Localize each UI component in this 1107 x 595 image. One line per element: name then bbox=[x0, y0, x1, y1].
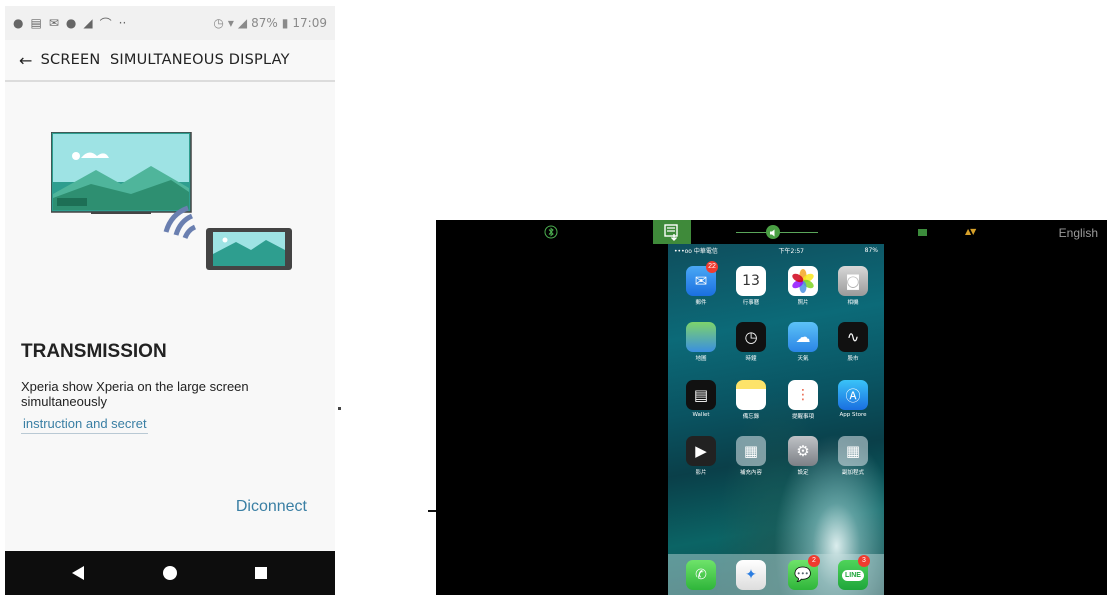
iphone-home-screen: •••oo 中華電信 下午2:57 87% ✉ 22 郵件 13 行事曆 照片 ◙ 相機 地圖 ◷… bbox=[668, 244, 884, 595]
stray-mark bbox=[338, 407, 341, 410]
android-status-bar: ● ▤ ✉ ● ◢ ⌒ ·· ◷ ▾ ◢ 87% ▮ 17:09 bbox=[5, 6, 335, 40]
notification-badge: 22 bbox=[706, 261, 718, 273]
screen-mirroring-illustration bbox=[51, 132, 292, 270]
line-logo-text: LINE bbox=[842, 569, 864, 581]
calendar-app-label: 行事曆 bbox=[742, 300, 760, 306]
chat-notification-icon: ● bbox=[65, 16, 77, 30]
notification-badge: 2 bbox=[808, 555, 820, 567]
speaker-icon bbox=[770, 229, 775, 237]
volume-slider-knob[interactable] bbox=[766, 225, 780, 239]
message-notification-icon: ✉ bbox=[48, 16, 59, 30]
screen-icon[interactable] bbox=[918, 229, 927, 236]
weather-app-icon[interactable]: ☁ bbox=[788, 322, 818, 352]
phone-app-icon[interactable]: ✆ bbox=[686, 560, 716, 590]
section-heading: TRANSMISSION bbox=[21, 341, 167, 362]
cast-download-icon bbox=[664, 224, 678, 241]
extras-folder-icon[interactable]: ▦ bbox=[736, 436, 766, 466]
android-navigation-bar bbox=[5, 551, 335, 595]
camera-app-icon[interactable]: ◙ bbox=[838, 266, 868, 296]
android-phone-screen: ● ▤ ✉ ● ◢ ⌒ ·· ◷ ▾ ◢ 87% ▮ 17:09 ← SCREE… bbox=[5, 6, 335, 595]
description-text: Xperia show Xperia on the large screen s… bbox=[21, 379, 249, 409]
settings-app-label: 設定 bbox=[797, 470, 809, 476]
reminders-app-icon[interactable]: ⋮ bbox=[788, 380, 818, 410]
back-arrow-icon[interactable]: ← bbox=[19, 51, 33, 70]
calendar-app-icon[interactable]: 13 bbox=[736, 266, 766, 296]
notes-app-icon[interactable] bbox=[736, 380, 766, 410]
ios-carrier: •••oo 中華電信 bbox=[674, 247, 718, 255]
wallet-app-icon[interactable]: ▤ bbox=[686, 380, 716, 410]
nav-recents-icon[interactable] bbox=[254, 565, 268, 581]
notification-icon: ● bbox=[13, 16, 24, 30]
disconnect-button[interactable]: Diconnect bbox=[236, 498, 307, 516]
clock-app-label: 時鐘 bbox=[745, 356, 757, 362]
extras-folder-label: 補充內容 bbox=[739, 470, 762, 476]
alarm-icon: ◷ bbox=[213, 16, 224, 30]
ios-dock: ✆ ✦ 💬 2 LINE 3 bbox=[668, 554, 884, 595]
ios-status-bar: •••oo 中華電信 下午2:57 87% bbox=[668, 244, 884, 256]
maps-app-icon[interactable] bbox=[686, 322, 716, 352]
ios-time: 下午2:57 bbox=[778, 247, 804, 255]
battery-percent: 87% bbox=[251, 16, 278, 30]
page-title: SCREEN SIMULTANEOUS DISPLAY bbox=[40, 52, 290, 68]
nav-home-icon[interactable] bbox=[162, 565, 178, 581]
videos-app-icon[interactable]: ▶ bbox=[686, 436, 716, 466]
notification-badge: 3 bbox=[858, 555, 870, 567]
photos-flower-icon bbox=[792, 269, 814, 293]
productivity-folder-label: 副加程式 bbox=[841, 470, 864, 476]
weather-app-label: 天氣 bbox=[797, 356, 809, 362]
calendar-day: 13 bbox=[742, 273, 760, 289]
appstore-app-icon[interactable]: Ⓐ bbox=[838, 380, 868, 410]
appstore-app-label: App Store bbox=[839, 412, 867, 418]
reminders-app-label: 提醒事項 bbox=[791, 414, 814, 420]
notes-app-label: 備忘錄 bbox=[742, 414, 760, 420]
up-down-arrows-icon[interactable]: ▲▼ bbox=[965, 227, 976, 236]
nav-back-icon[interactable] bbox=[71, 565, 85, 581]
mail-app-label: 郵件 bbox=[695, 300, 707, 306]
language-selector[interactable]: English bbox=[1059, 226, 1098, 240]
mirror-toolbar: ▲▼ English bbox=[436, 220, 1107, 244]
ios-battery: 87% bbox=[864, 246, 878, 254]
wallet-app-label: Wallet bbox=[692, 412, 710, 418]
tv-illustration bbox=[51, 132, 192, 214]
videos-app-label: 影片 bbox=[695, 470, 707, 476]
photos-app-icon[interactable] bbox=[788, 266, 818, 296]
camera-app-label: 相機 bbox=[847, 300, 859, 306]
wifi-icon: ▾ bbox=[227, 16, 234, 30]
cell-signal-icon: ◢ bbox=[237, 16, 248, 30]
mirrored-display: ▲▼ English •••oo 中華電信 下午2:57 87% ✉ 22 郵件 13… bbox=[436, 220, 1107, 595]
clock-time: 17:09 bbox=[292, 16, 327, 30]
battery-icon: ▮ bbox=[281, 16, 289, 30]
safari-app-icon[interactable]: ✦ bbox=[736, 560, 766, 590]
productivity-folder-icon[interactable]: ▦ bbox=[838, 436, 868, 466]
gallery-notification-icon: ▤ bbox=[30, 16, 42, 30]
instruction-link[interactable]: instruction and secret bbox=[21, 416, 148, 434]
stocks-app-label: 股市 bbox=[847, 356, 859, 362]
bluetooth-icon[interactable] bbox=[544, 225, 558, 239]
signal-notification-icon: ◢ bbox=[83, 16, 93, 30]
link-notification-icon: ⌒ bbox=[99, 16, 112, 31]
clock-app-icon[interactable]: ◷ bbox=[736, 322, 766, 352]
phone-illustration bbox=[206, 228, 292, 270]
settings-app-icon[interactable]: ⚙ bbox=[788, 436, 818, 466]
app-bar: ← SCREEN SIMULTANEOUS DISPLAY bbox=[5, 40, 335, 82]
photos-app-label: 照片 bbox=[797, 300, 809, 306]
stocks-app-icon[interactable]: ∿ bbox=[838, 322, 868, 352]
cast-button[interactable] bbox=[653, 220, 691, 244]
more-notifications-icon: ·· bbox=[118, 16, 127, 30]
maps-app-label: 地圖 bbox=[695, 356, 707, 362]
